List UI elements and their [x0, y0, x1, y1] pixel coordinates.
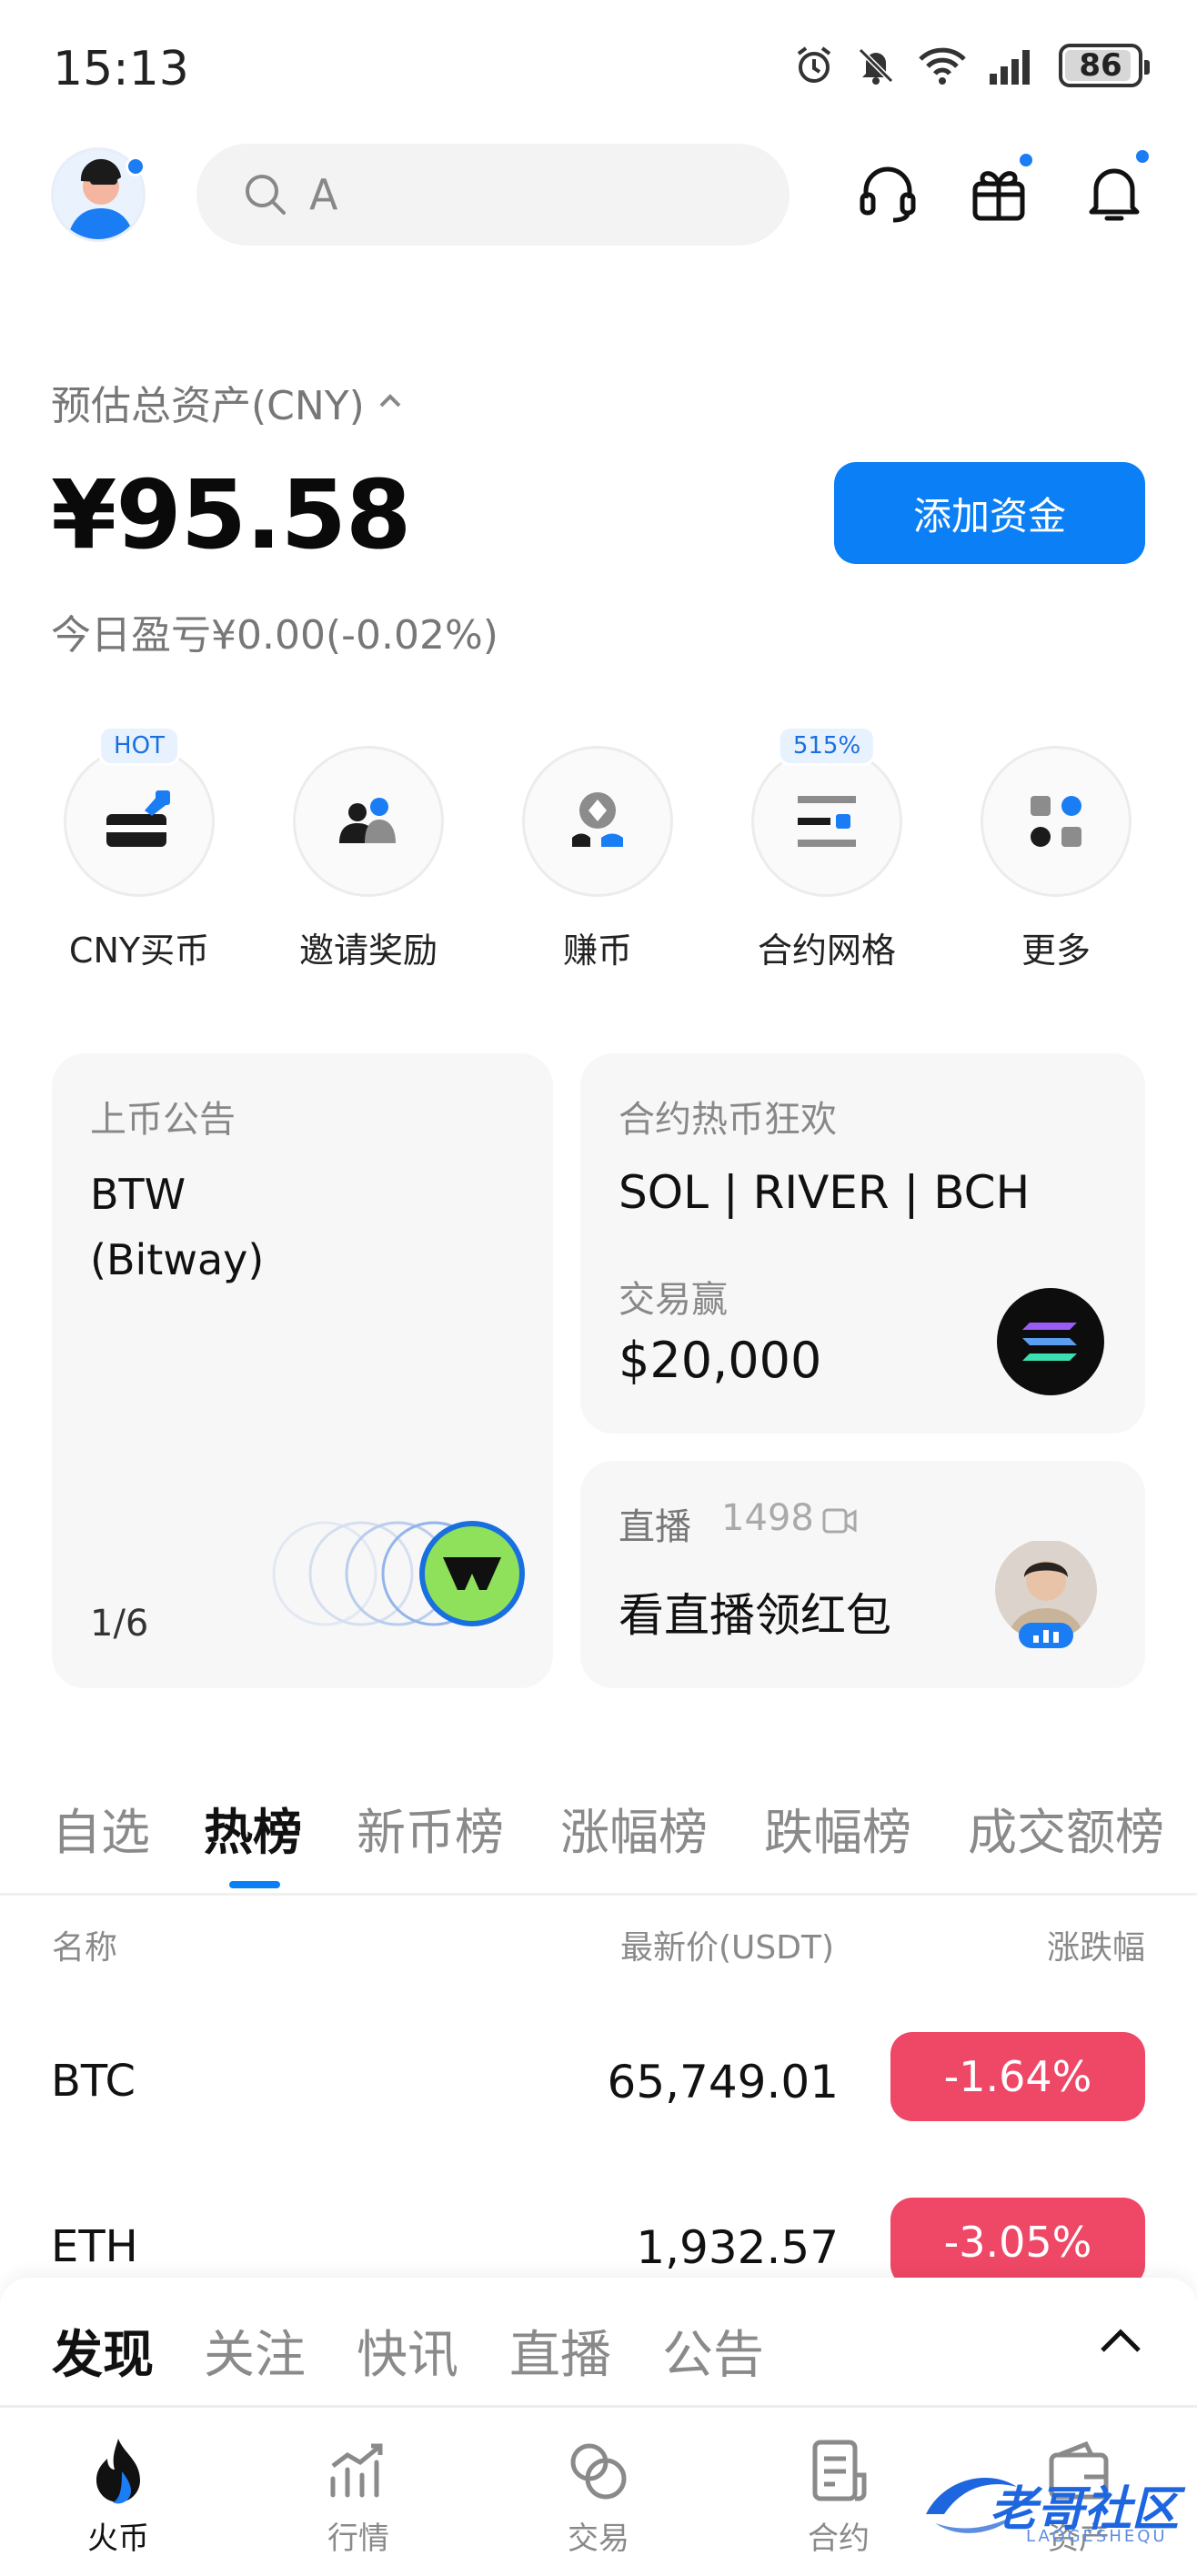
futures-prize: $20,000	[619, 1332, 822, 1389]
assets-label-text: 预估总资产(CNY)	[51, 383, 365, 429]
nav-home[interactable]: 火币	[45, 2435, 191, 2558]
bell-icon[interactable]	[1081, 160, 1147, 226]
hot-badge: HOT	[98, 726, 180, 766]
tab-new-coins[interactable]: 新币榜	[357, 1792, 504, 1864]
invite-users-icon	[293, 746, 444, 897]
coin-name: ETH	[51, 2221, 138, 2272]
coin-change: -1.64%	[890, 2032, 1145, 2121]
shortcut-label: 合约网格	[757, 931, 896, 971]
card-label: 合约热币狂欢	[619, 1099, 837, 1141]
percent-badge: 515%	[777, 726, 877, 766]
battery-icon: 86	[1059, 44, 1150, 87]
tab-losers[interactable]: 跌幅榜	[764, 1792, 911, 1864]
tab-hot[interactable]: 热榜	[204, 1792, 302, 1864]
bitway-logo-icon	[272, 1521, 525, 1626]
column-header-price: 最新价(USDT)	[620, 1929, 835, 1967]
chevron-up-icon[interactable]	[1097, 2323, 1144, 2360]
watermark-subtext: LAOGESHEQU	[1026, 2527, 1168, 2546]
chart-icon	[330, 2443, 383, 2498]
signal-icon	[990, 50, 1030, 85]
streamer-avatar	[995, 1541, 1097, 1648]
shortcut-more[interactable]: 更多	[979, 746, 1133, 972]
sheet-tab-news[interactable]: 快讯	[357, 2314, 458, 2388]
top-header: A	[0, 136, 1197, 259]
nav-futures[interactable]: 合约	[766, 2435, 911, 2558]
shortcut-futures-grid[interactable]: 合约网格 515%	[749, 726, 904, 972]
live-label: 直播	[619, 1506, 691, 1548]
search-input[interactable]: A	[309, 170, 337, 219]
tab-gainers[interactable]: 涨幅榜	[560, 1792, 708, 1864]
sheet-tab-live[interactable]: 直播	[509, 2314, 611, 2388]
headset-icon[interactable]	[855, 160, 920, 226]
grid-icon	[751, 746, 902, 897]
nav-label: 合约	[808, 2521, 870, 2557]
listing-subtitle: (Bitway)	[90, 1235, 265, 1284]
gift-icon[interactable]	[966, 160, 1031, 226]
nav-label: 交易	[568, 2521, 629, 2557]
shortcut-earn[interactable]: 赚币	[520, 746, 675, 972]
daily-pnl: 今日盈亏¥0.00(-0.02%)	[51, 612, 498, 659]
shortcut-invite[interactable]: 邀请奖励	[291, 746, 446, 972]
video-camera-icon	[822, 1508, 857, 1534]
futures-coins: SOL | RIVER | BCH	[619, 1166, 1031, 1219]
futures-promo-card[interactable]: 合约热币狂欢 SOL | RIVER | BCH 交易赢 $20,000	[580, 1053, 1145, 1434]
live-title: 看直播领红包	[619, 1589, 891, 1642]
shortcut-label: 更多	[1021, 931, 1091, 971]
watermark-logo: 老哥社区 LAOGESHEQU	[917, 2456, 1181, 2556]
coin-price: 65,749.01	[607, 2056, 839, 2108]
sheet-tab-discover[interactable]: 发现	[52, 2314, 154, 2388]
mute-bell-icon	[858, 47, 894, 85]
live-stream-card[interactable]: 直播 1498 看直播领红包	[580, 1461, 1145, 1688]
earn-icon	[522, 746, 673, 897]
tab-watchlist[interactable]: 自选	[52, 1792, 150, 1864]
more-apps-icon	[981, 746, 1132, 897]
gift-notification-dot	[1017, 151, 1035, 169]
card-pager: 1/6	[90, 1603, 149, 1645]
battery-level: 86	[1079, 47, 1122, 84]
add-funds-button[interactable]: 添加资金	[834, 462, 1145, 564]
status-icons: 86	[793, 44, 1150, 87]
buy-card-icon	[64, 746, 215, 897]
search-bar[interactable]: A	[196, 144, 790, 246]
assets-label[interactable]: 预估总资产(CNY)	[51, 373, 405, 431]
market-tabs: 自选 热榜 新币榜 涨幅榜 跌幅榜 成交额榜	[0, 1783, 1197, 1896]
alarm-icon	[797, 46, 831, 83]
coin-price: 1,932.57	[636, 2221, 839, 2274]
column-header-change: 涨跌幅	[1046, 1929, 1145, 1967]
status-time: 15:13	[53, 42, 189, 96]
live-viewers: 1498	[721, 1497, 814, 1539]
trade-icon	[570, 2443, 627, 2500]
status-bar: 15:13 86	[0, 0, 1197, 136]
column-header-name: 名称	[52, 1929, 118, 1967]
nav-trade[interactable]: 交易	[526, 2435, 671, 2558]
wifi-icon	[919, 47, 966, 85]
listing-announcement-card[interactable]: 上币公告 BTW (Bitway) 1/6	[52, 1053, 553, 1688]
chevron-up-icon	[379, 394, 401, 408]
futures-sub: 交易赢	[619, 1279, 728, 1321]
nav-label: 行情	[327, 2521, 389, 2557]
listing-title: BTW	[90, 1170, 186, 1219]
flame-icon	[96, 2439, 140, 2504]
contract-icon	[812, 2440, 867, 2501]
sheet-tab-following[interactable]: 关注	[204, 2314, 306, 2388]
shortcut-cny-buy[interactable]: CNY买币 HOT	[62, 726, 216, 972]
nav-label: 火币	[87, 2521, 149, 2557]
active-tab-indicator	[229, 1881, 280, 1888]
search-icon	[246, 175, 286, 215]
card-label: 上币公告	[90, 1099, 236, 1141]
coin-change: -3.05%	[890, 2198, 1145, 2287]
tab-volume[interactable]: 成交额榜	[968, 1792, 1164, 1864]
discover-sheet: 发现 关注 快讯 直播 公告	[0, 2278, 1197, 2405]
coin-name: BTC	[51, 2056, 136, 2107]
shortcut-label: CNY买币	[68, 931, 210, 971]
total-assets-value: ¥95.58	[51, 459, 411, 570]
bell-notification-dot	[1133, 147, 1152, 166]
sheet-tab-announcements[interactable]: 公告	[662, 2314, 764, 2388]
shortcut-label: 邀请奖励	[298, 931, 438, 971]
avatar-notification-dot	[126, 156, 146, 176]
nav-markets[interactable]: 行情	[286, 2435, 431, 2558]
market-row[interactable]: BTC 65,749.01 -1.64%	[0, 2001, 1197, 2165]
shortcut-label: 赚币	[562, 931, 632, 971]
solana-logo-icon	[997, 1288, 1104, 1395]
